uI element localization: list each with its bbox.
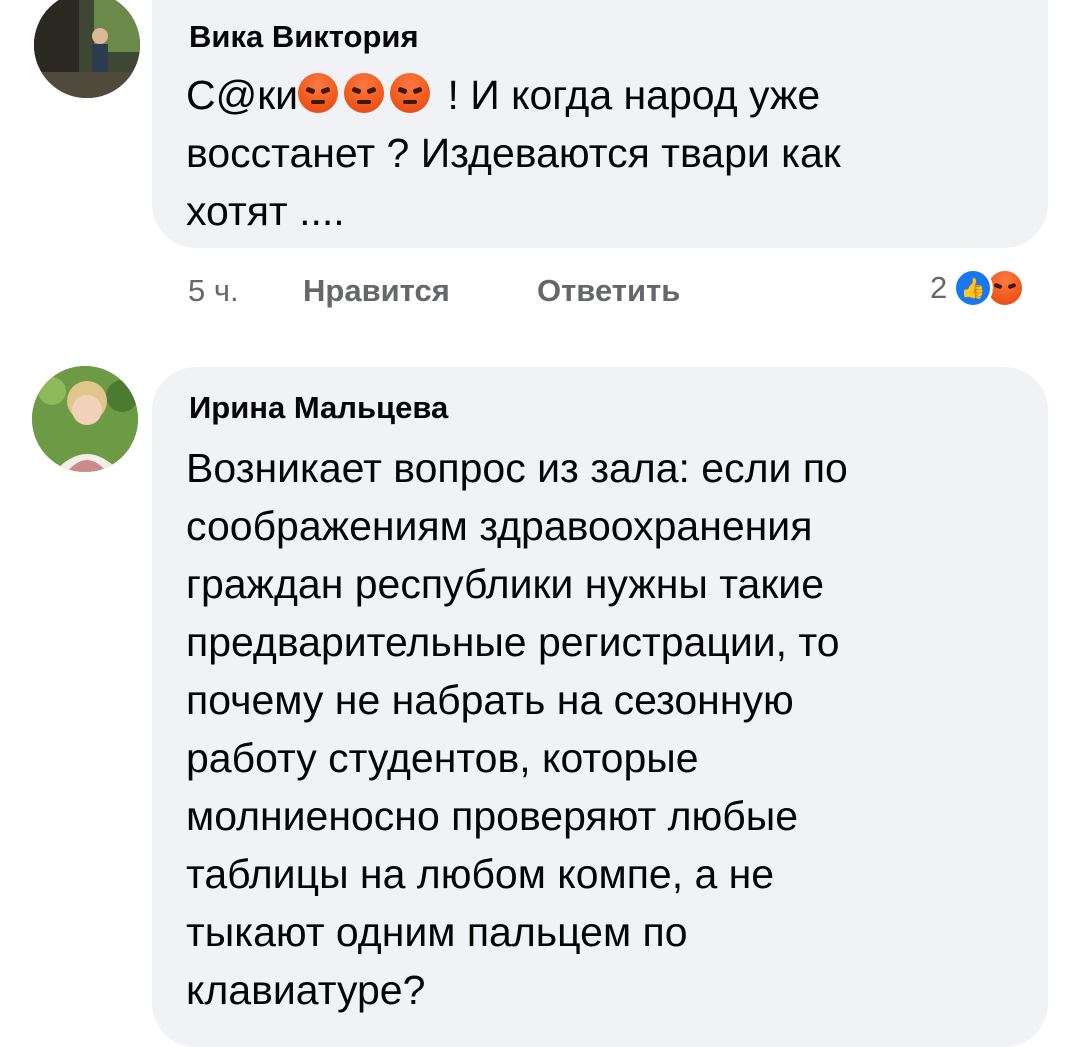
comment-text-line: соображениям здравоохранения: [186, 503, 813, 549]
comment-text-line: Возникает вопрос из зала: если по: [186, 445, 848, 491]
comment-text-line: почему не набрать на сезонную: [186, 677, 794, 723]
reactions-summary[interactable]: 2 👍: [930, 268, 1026, 308]
comment-text-line: хотят ....: [186, 188, 345, 234]
user-photo-icon: [34, 0, 140, 98]
comment-text-line: клавиатуре?: [186, 967, 426, 1013]
angry-face-icon: [390, 73, 431, 113]
angry-face-icon: [344, 73, 385, 113]
comment-text-prefix: С@ки: [186, 72, 299, 118]
user-photo-icon: [32, 366, 138, 472]
comment-author[interactable]: Ирина Мальцева: [189, 390, 448, 426]
comment-time[interactable]: 5 ч.: [188, 273, 239, 309]
comment-text-line: предварительные регистрации, то: [186, 619, 840, 665]
comment-author[interactable]: Вика Виктория: [189, 19, 419, 55]
comment-text: С@ки ! И когда народ уже восстанет ? Изд…: [186, 66, 841, 240]
comment-text-line: восстанет ? Издеваются твари как: [186, 130, 841, 176]
comment-text-suffix: ! И когда народ уже: [436, 72, 821, 118]
like-button[interactable]: Нравится: [303, 273, 450, 309]
reaction-count: 2: [930, 270, 948, 305]
reply-button[interactable]: Ответить: [537, 273, 680, 309]
comment-text: Возникает вопрос из зала: если по сообра…: [186, 439, 848, 1019]
avatar-vika[interactable]: [34, 0, 140, 98]
comment-text-line: работу студентов, которые: [186, 735, 699, 781]
comment-text-line: граждан республики нужны такие: [186, 561, 825, 607]
comment-text-line: таблицы на любом компе, а не: [186, 851, 775, 897]
comment-text-line: молниеносно проверяют любые: [186, 793, 799, 839]
like-icon: 👍: [953, 268, 994, 308]
avatar-irina[interactable]: [32, 366, 138, 472]
angry-face-icon: [298, 73, 339, 113]
comment-text-line: тыкают одним пальцем по: [186, 909, 688, 955]
